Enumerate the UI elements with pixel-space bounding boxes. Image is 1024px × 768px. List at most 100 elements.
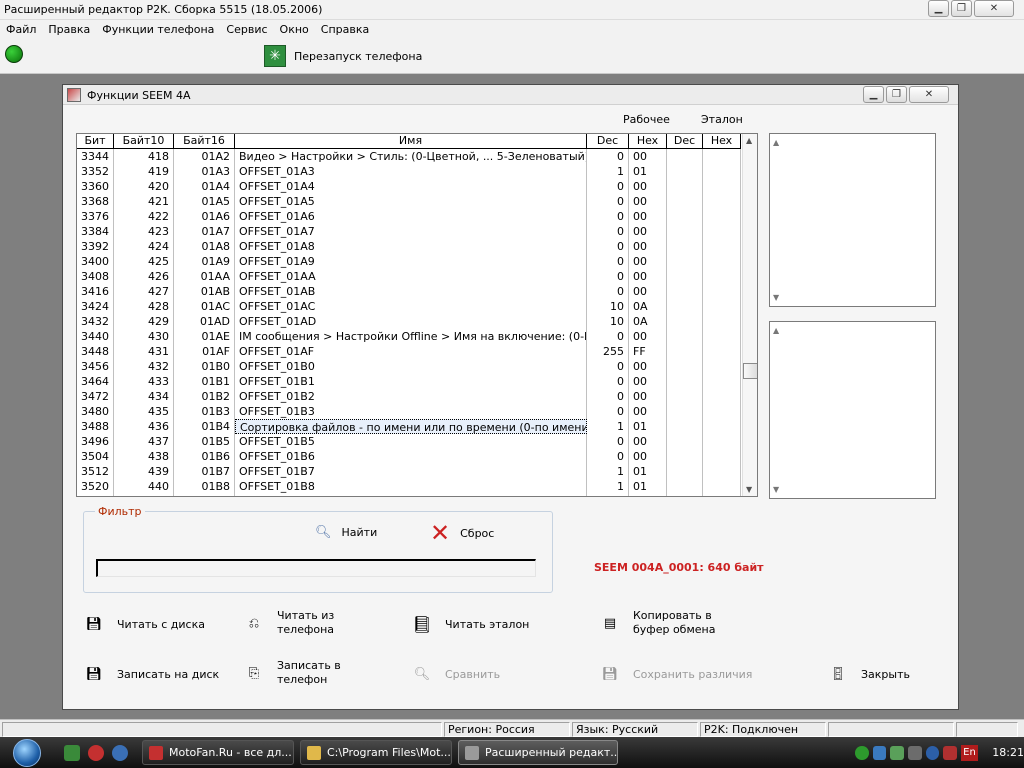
- menu-help[interactable]: Справка: [315, 23, 375, 36]
- col-bit[interactable]: Бит: [77, 134, 114, 149]
- cell-work-dec: 0: [587, 449, 629, 464]
- maximize-button[interactable]: ❐: [951, 0, 972, 17]
- dialog-close-button[interactable]: ✕: [909, 86, 949, 103]
- menu-window[interactable]: Окно: [274, 23, 315, 36]
- menu-phone-functions[interactable]: Функции телефона: [96, 23, 220, 36]
- table-row[interactable]: 3504 438 01B6 OFFSET_01B6 0 00: [77, 449, 741, 464]
- close-dialog-button[interactable]: 🚪︎ Закрыть: [829, 665, 910, 683]
- tray-app-icon[interactable]: [890, 745, 904, 760]
- panel-scroll-down-icon[interactable]: ▼: [773, 293, 931, 302]
- table-row[interactable]: 3376 422 01A6 OFFSET_01A6 0 00: [77, 209, 741, 224]
- write-to-disk-button[interactable]: 💾︎ Записать на диск: [85, 665, 219, 683]
- cell-bit: 3528: [77, 494, 114, 496]
- scroll-down-icon[interactable]: ▼: [746, 485, 752, 494]
- dialog-restore-button[interactable]: ❐: [886, 86, 907, 103]
- scroll-thumb[interactable]: [743, 363, 757, 379]
- dialog-minimize-button[interactable]: ▁: [863, 86, 884, 103]
- taskbar-item-p2k-editor[interactable]: Расширенный редакт...: [458, 740, 618, 765]
- cell-ref-hex: [703, 374, 741, 389]
- options-panel[interactable]: ▲ ▼: [769, 321, 936, 499]
- description-panel[interactable]: ▲ ▼: [769, 133, 936, 307]
- close-button[interactable]: ✕: [974, 0, 1014, 17]
- table-row[interactable]: 3384 423 01A7 OFFSET_01A7 0 00: [77, 224, 741, 239]
- col-ref-hex[interactable]: Hex: [703, 134, 741, 149]
- table-row[interactable]: 3456 432 01B0 OFFSET_01B0 0 00: [77, 359, 741, 374]
- taskbar-item-motofan[interactable]: MotoFan.Ru - все дл...: [142, 740, 294, 765]
- clock[interactable]: 18:21: [992, 746, 1024, 759]
- copy-to-clipboard-button[interactable]: ▤ Копировать в буфер обмена: [601, 609, 716, 637]
- start-button[interactable]: [4, 737, 50, 768]
- menu-file[interactable]: Файл: [0, 23, 42, 36]
- write-to-phone-button[interactable]: ⎘ Записать в телефон: [245, 659, 341, 687]
- read-from-phone-button[interactable]: ⎌ Читать из телефона: [245, 609, 334, 637]
- compare-button[interactable]: 🔍︎ Сравнить: [413, 665, 500, 683]
- table-row[interactable]: 3448 431 01AF OFFSET_01AF 255 FF: [77, 344, 741, 359]
- reset-button[interactable]: ✕ Сброс: [430, 521, 494, 545]
- col-work-hex[interactable]: Hex: [629, 134, 667, 149]
- cell-byte10: 434: [114, 389, 174, 404]
- tray-bluetooth-icon[interactable]: [925, 745, 940, 760]
- table-row[interactable]: 3392 424 01A8 OFFSET_01A8 0 00: [77, 239, 741, 254]
- cell-work-dec: 0: [587, 389, 629, 404]
- read-from-disk-button[interactable]: 💾︎ Читать с диска: [85, 615, 205, 633]
- seem-table[interactable]: Бит Байт10 Байт16 Имя Dec Hex Dec Hex 33…: [76, 133, 758, 497]
- table-row[interactable]: 3432 429 01AD OFFSET_01AD 10 0A: [77, 314, 741, 329]
- cell-work-dec: 0: [587, 374, 629, 389]
- cell-byte10: 418: [114, 149, 174, 164]
- table-row[interactable]: 3496 437 01B5 OFFSET_01B5 0 00: [77, 434, 741, 449]
- menu-edit[interactable]: Правка: [42, 23, 96, 36]
- table-row[interactable]: 3408 426 01AA OFFSET_01AA 0 00: [77, 269, 741, 284]
- col-work-dec[interactable]: Dec: [587, 134, 629, 149]
- table-row[interactable]: 352844101B9OFFSET_01B9000: [77, 494, 741, 496]
- scroll-up-icon[interactable]: ▲: [746, 136, 752, 145]
- find-button[interactable]: 🔍︎ Найти: [315, 525, 377, 540]
- table-row[interactable]: 3360 420 01A4 OFFSET_01A4 0 00: [77, 179, 741, 194]
- col-name[interactable]: Имя: [235, 134, 587, 149]
- minimize-button[interactable]: ▁: [928, 0, 949, 17]
- table-row[interactable]: 3352 419 01A3 OFFSET_01A3 1 01: [77, 164, 741, 179]
- close-dialog-label: Закрыть: [861, 667, 910, 681]
- quick-launch-app-icon[interactable]: [64, 745, 80, 761]
- col-ref-dec[interactable]: Dec: [667, 134, 703, 149]
- opera-icon[interactable]: [88, 745, 104, 761]
- cell-work-dec: 0: [587, 269, 629, 284]
- compare-magnifier-icon: 🔍︎: [413, 666, 431, 682]
- col-byte16[interactable]: Байт16: [174, 134, 235, 149]
- tray-security-icon[interactable]: [943, 745, 957, 760]
- table-row[interactable]: 3368 421 01A5 OFFSET_01A5 0 00: [77, 194, 741, 209]
- options-scroll-down-icon[interactable]: ▼: [773, 485, 931, 494]
- panel-scroll-up-icon[interactable]: ▲: [773, 138, 931, 147]
- table-row[interactable]: 3512 439 01B7 OFFSET_01B7 1 01: [77, 464, 741, 479]
- browser-icon[interactable]: [112, 745, 128, 761]
- tray-network-icon[interactable]: [872, 745, 887, 760]
- tray-green-icon[interactable]: [855, 745, 869, 760]
- table-scrollbar[interactable]: ▲ ▼: [742, 134, 757, 496]
- table-row[interactable]: 3424 428 01AC OFFSET_01AC 10 0A: [77, 299, 741, 314]
- options-scroll-up-icon[interactable]: ▲: [773, 326, 931, 335]
- cell-byte16: 01A4: [174, 179, 235, 194]
- table-row[interactable]: 3464 433 01B1 OFFSET_01B1 0 00: [77, 374, 741, 389]
- menu-service[interactable]: Сервис: [220, 23, 273, 36]
- tray-volume-icon[interactable]: [907, 745, 922, 760]
- cell-work-dec: 1: [587, 419, 629, 434]
- col-byte10[interactable]: Байт10: [114, 134, 174, 149]
- table-row[interactable]: 3520 440 01B8 OFFSET_01B8 1 01: [77, 479, 741, 494]
- table-row[interactable]: 3488 436 01B4 Сортировка файлов - по имени …: [77, 419, 741, 434]
- taskbar-item-explorer[interactable]: C:\Program Files\Mot...: [300, 740, 452, 765]
- table-row[interactable]: 3480 435 01B3 OFFSET_01B3 0 00: [77, 404, 741, 419]
- cell-work-dec: 0: [587, 224, 629, 239]
- cell-bit: 3456: [77, 359, 114, 374]
- read-reference-button[interactable]: 📘︎ Читать эталон: [412, 615, 530, 634]
- cell-name: OFFSET_01A8: [235, 239, 587, 254]
- table-row[interactable]: 3472 434 01B2 OFFSET_01B2 0 00: [77, 389, 741, 404]
- cell-ref-dec: [667, 419, 703, 434]
- cell-work-hex: 01: [629, 464, 667, 479]
- language-indicator[interactable]: En: [960, 744, 979, 761]
- filter-input[interactable]: [96, 559, 536, 577]
- table-row[interactable]: 3416 427 01AB OFFSET_01AB 0 00: [77, 284, 741, 299]
- table-row[interactable]: 3344 418 01A2 Видео > Настройки > Стиль: (0…: [77, 149, 741, 164]
- table-row[interactable]: 3400 425 01A9 OFFSET_01A9 0 00: [77, 254, 741, 269]
- save-differences-button[interactable]: 💾︎ Сохранить различия: [601, 665, 753, 683]
- restart-phone-button[interactable]: ✳ Перезапуск телефона: [264, 44, 422, 68]
- table-row[interactable]: 3440 430 01AE IM сообщения > Настройки Offl…: [77, 329, 741, 344]
